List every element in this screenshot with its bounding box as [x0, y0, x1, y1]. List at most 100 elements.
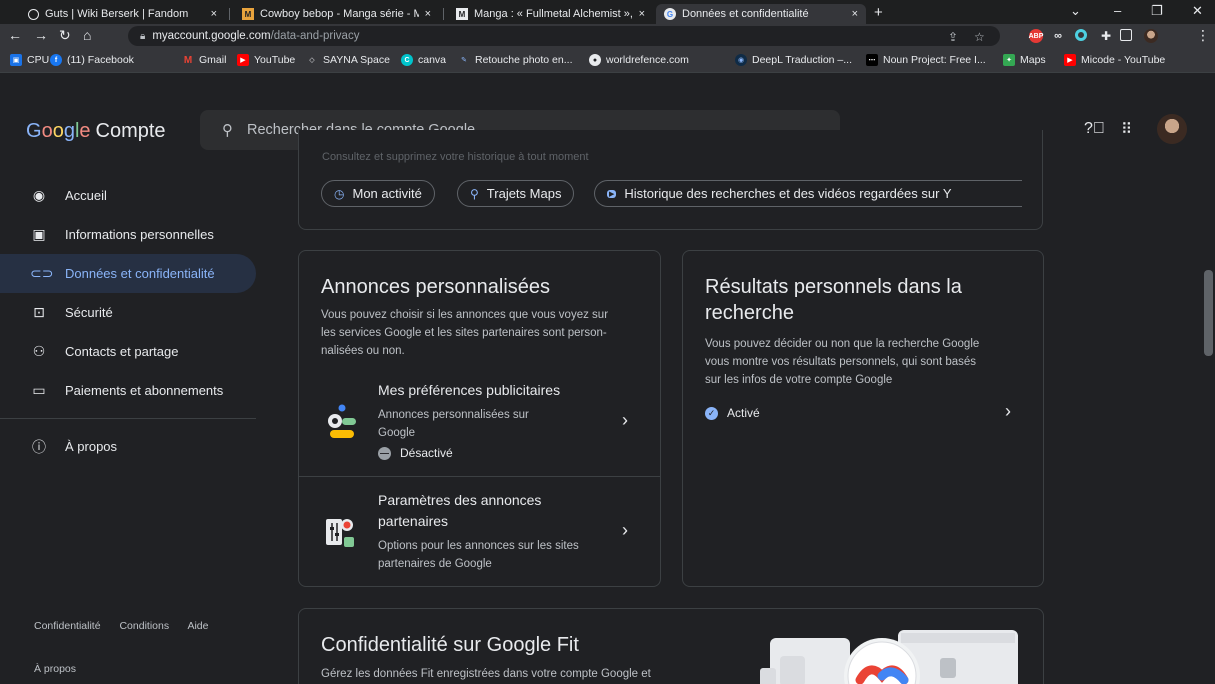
footer-link-confidentialite[interactable]: Confidentialité [34, 620, 101, 632]
bookmark-facebook[interactable]: f (11) Facebook [50, 54, 134, 66]
row-subtitle: Annonces personnalisées sur Google [378, 409, 529, 439]
search-icon: ⚲ [222, 122, 233, 139]
sidebar-item-contacts[interactable]: ⚇ Contacts et partage [0, 332, 256, 371]
close-window-button[interactable]: ✕ [1192, 3, 1203, 19]
tab-cowboy-bebop[interactable]: M Cowboy bebop - Manga série - M × [234, 4, 439, 24]
chevron-right-icon[interactable]: › [1005, 401, 1011, 422]
youtube-icon: ▶ [237, 54, 249, 66]
avatar[interactable] [1157, 114, 1187, 144]
bookmark-retouche[interactable]: ✎ Retouche photo en... [458, 54, 572, 66]
google-fit-description: Gérez les données Fit enregistrées dans … [321, 668, 651, 680]
bookmark-noun-project[interactable]: ⋯ Noun Project: Free I... [866, 54, 986, 66]
chevron-right-icon: › [622, 410, 628, 430]
browser-menu-icon[interactable]: ⋮ [1196, 27, 1210, 44]
address-bar[interactable]: 🔒︎ myaccount.google.com/data-and-privacy… [128, 26, 1000, 46]
bookmark-maps[interactable]: ✦ Maps [1003, 54, 1046, 66]
close-icon[interactable]: × [639, 8, 645, 20]
puzzle-icon[interactable]: ✚ [1099, 29, 1113, 43]
sidebar-item-informations[interactable]: ▣ Informations personnelles [0, 215, 256, 254]
facebook-icon: f [50, 54, 62, 66]
ads-card-title: Annonces personnalisées [321, 276, 551, 298]
row-title: Paramètres des annonces partenaires [378, 492, 542, 529]
tab-title: Guts | Wiki Berserk | Fandom [45, 8, 189, 20]
sidebar-item-a-propos[interactable]: ⓘ À propos [0, 427, 256, 466]
lock-icon: 🔒︎ [140, 30, 146, 42]
footer-link-aide[interactable]: Aide [187, 620, 208, 632]
bookmark-gmail[interactable]: M Gmail [182, 54, 227, 66]
tab-separator [229, 8, 230, 20]
youtube-icon: ▶ [1064, 54, 1076, 66]
share-icon[interactable]: ⇪ [948, 30, 958, 44]
chip-historique-recherches[interactable]: ▶ Historique des recherches et des vidéo… [594, 180, 1022, 207]
tab-fullmetal-alchemist[interactable]: M Manga : « Fullmetal Alchemist », l × [448, 4, 653, 24]
disabled-icon: — [378, 446, 391, 460]
reload-button[interactable]: ↻ [59, 27, 71, 44]
close-icon[interactable]: × [211, 8, 217, 20]
gmail-icon: M [183, 54, 193, 66]
adblock-icon[interactable]: ABP [1029, 29, 1043, 43]
bookmark-youtube[interactable]: ▶ YouTube [237, 54, 295, 66]
scrollbar-thumb[interactable] [1204, 270, 1213, 356]
new-tab-button[interactable]: + [874, 4, 883, 21]
footer-link-a-propos[interactable]: À propos [34, 663, 76, 675]
bookmark-canva[interactable]: Ccanva [401, 54, 446, 66]
restore-button[interactable]: ❐ [1151, 3, 1163, 19]
page-scrollbar[interactable] [1202, 186, 1215, 684]
circle-extension-icon[interactable] [1075, 29, 1087, 41]
noun-project-icon: ⋯ [866, 54, 878, 66]
location-pin-icon: ⚲ [470, 186, 479, 201]
sidebar-item-securite[interactable]: ⊡ Sécurité [0, 293, 256, 332]
info-icon: ⓘ [32, 438, 46, 455]
close-icon[interactable]: × [852, 8, 858, 20]
globe-icon: ● [589, 54, 601, 66]
bookmark-cpu[interactable]: ▣ CPU [10, 54, 49, 66]
google-icon: G [664, 8, 676, 20]
sidebar-item-paiements[interactable]: ▭ Paiements et abonnements [0, 371, 256, 410]
bookmark-worldrefence[interactable]: ● worldrefence.com [589, 54, 689, 66]
chip-mon-activite[interactable]: ◷ Mon activité [321, 180, 435, 207]
globe-icon [28, 8, 39, 20]
back-button[interactable]: ← [8, 27, 22, 43]
bookmarks-bar: ▣ CPU f (11) Facebook M Gmail ▶ YouTube ◇ SAY… [0, 48, 1215, 73]
personal-results-title: Résultats personnels dans la recherche [705, 276, 962, 324]
bookmark-star-icon[interactable]: ☆ [974, 30, 985, 44]
browser-toolbar: ← → ↻ ⌂ 🔒︎ myaccount.google.com/data-and… [0, 24, 1215, 48]
partner-ads-illustration-icon [326, 519, 354, 547]
profile-avatar[interactable] [1144, 29, 1158, 43]
sidebar-item-accueil[interactable]: ◉ Accueil [0, 176, 256, 215]
bookmark-deepl[interactable]: ◉ DeepL Traduction –... [735, 54, 852, 66]
bookmark-micode[interactable]: ▶ Micode - YouTube [1064, 54, 1165, 66]
forward-button[interactable]: → [34, 27, 48, 43]
tab-donnees-confidentialite[interactable]: G Données et confidentialité × [656, 4, 866, 24]
youtube-icon: ▶ [607, 189, 617, 198]
chip-trajets-maps[interactable]: ⚲ Trajets Maps [457, 180, 575, 207]
footer-link-conditions[interactable]: Conditions [119, 620, 169, 632]
bookmark-sayna[interactable]: ◇ SAYNA Space [306, 54, 390, 66]
google-compte-logo[interactable]: Google Compte [26, 120, 166, 143]
sidebar-divider [0, 418, 256, 419]
tab-berserk-wiki[interactable]: Guts | Wiki Berserk | Fandom × [20, 4, 225, 24]
help-icon[interactable]: ?⃝ [1084, 120, 1105, 138]
manga-site-icon: M [242, 8, 254, 20]
tab-search-icon[interactable]: ⌄ [1070, 3, 1081, 19]
glasses-extension-icon[interactable]: ∞ [1051, 29, 1065, 43]
home-button[interactable]: ⌂ [83, 27, 91, 43]
close-icon[interactable]: × [425, 8, 431, 20]
manga-site-icon: M [456, 8, 468, 20]
deepl-icon: ◉ [735, 54, 747, 66]
bookmark-icon: ▣ [10, 54, 22, 66]
sidebar-item-label: Accueil [65, 188, 107, 203]
minimize-button[interactable]: – [1114, 3, 1121, 18]
sidebar-item-label: Données et confidentialité [65, 266, 215, 281]
sidebar-item-donnees[interactable]: ⊂⊃ Données et confidentialité [0, 254, 256, 293]
google-fit-illustration-icon [760, 630, 1018, 684]
status-badge: ✓ Activé [705, 406, 760, 420]
google-fit-title: Confidentialité sur Google Fit [321, 634, 579, 656]
people-icon: ⚇ [32, 343, 46, 359]
row-title: Mes préférences publicitaires [378, 382, 561, 398]
apps-grid-icon[interactable]: ⠿ [1121, 120, 1132, 138]
sidepanel-icon[interactable] [1120, 29, 1132, 41]
row-subtitle: Options pour les annonces sur les sites … [378, 540, 579, 570]
id-card-icon: ▣ [32, 226, 46, 242]
footer-links: Confidentialité Conditions Aide [34, 620, 224, 632]
